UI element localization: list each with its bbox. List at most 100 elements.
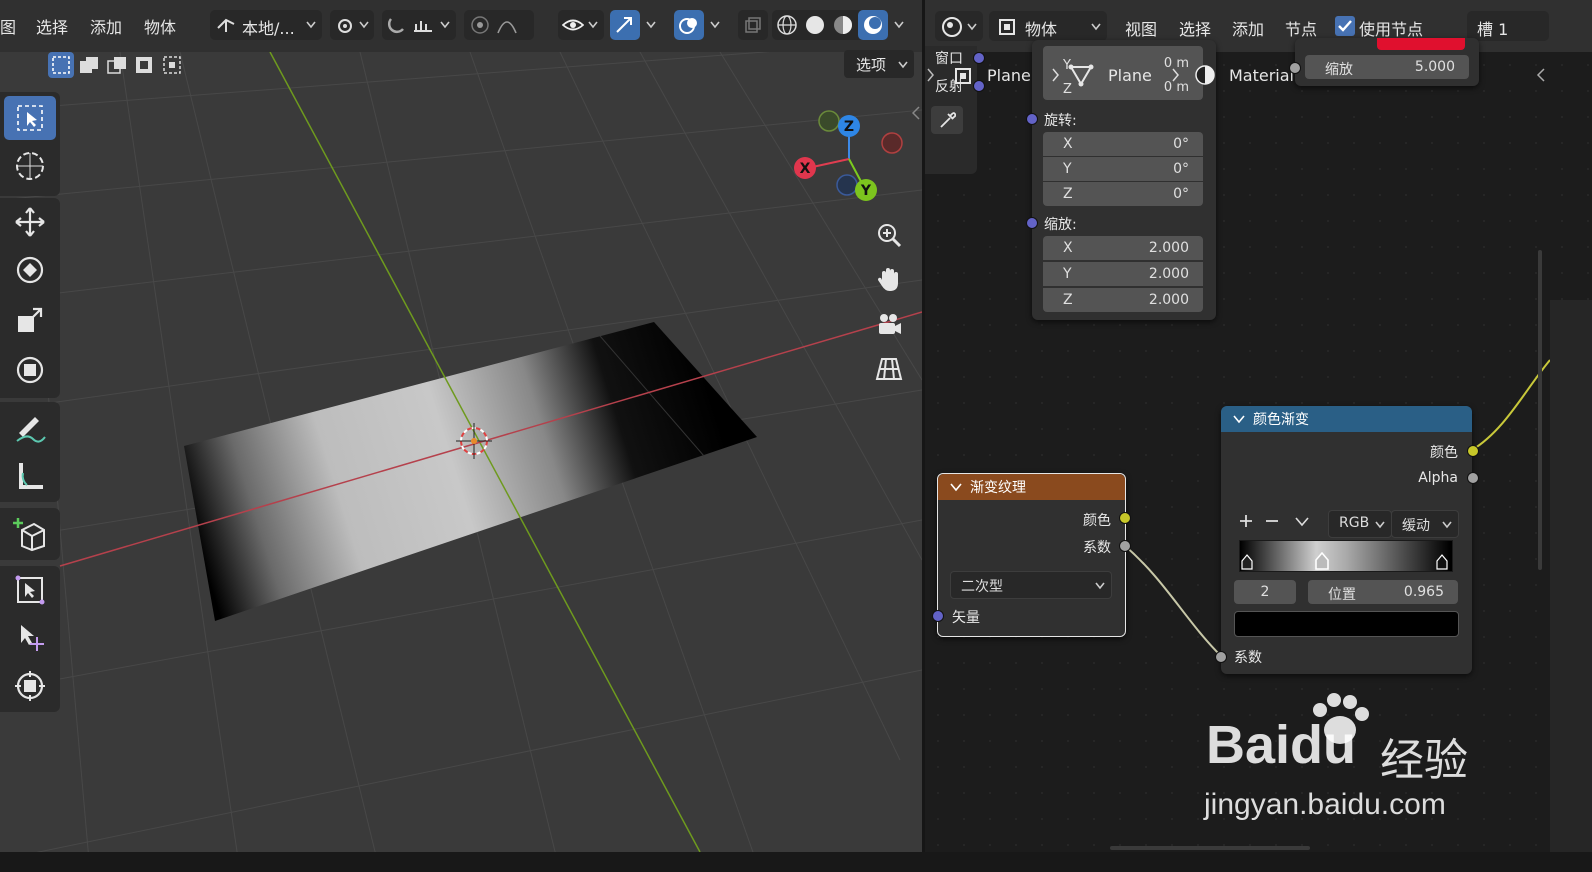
rotation-socket[interactable] (1026, 113, 1038, 125)
breadcrumb-object[interactable]: Plane (987, 66, 1031, 85)
select-intersect-icon[interactable] (162, 55, 184, 75)
mapping-node[interactable]: Y Z 0 m 0 m Plane 旋转: X 0° Y 0° Z 0° 缩放:… (1032, 40, 1216, 320)
xray-toggle-button[interactable] (738, 10, 768, 40)
material-preview-icon[interactable] (832, 14, 854, 36)
interpolation-dropdown[interactable]: 缓动 (1391, 510, 1459, 538)
camera-view-button[interactable] (870, 306, 908, 344)
ramp-fac-input-socket[interactable] (1215, 651, 1227, 663)
menu-object[interactable]: 物体 (144, 14, 176, 38)
select-invert-icon[interactable] (134, 55, 156, 75)
menu-view[interactable]: 图 (0, 14, 16, 38)
tool-select-extra[interactable] (4, 616, 56, 660)
pivot-point-dropdown[interactable] (330, 10, 374, 40)
tool-annotate[interactable] (4, 406, 56, 450)
use-nodes-checkbox[interactable] (1335, 16, 1355, 36)
rotation-x-field[interactable]: X 0° (1043, 132, 1203, 156)
viewport-scene[interactable]: Z X Y (0, 0, 922, 872)
chevron-down-icon[interactable] (646, 21, 656, 29)
gradient-fac-output-socket[interactable] (1119, 540, 1131, 552)
pan-button[interactable] (870, 260, 908, 298)
menu-select[interactable]: 选择 (1179, 16, 1211, 40)
rendered-shading-button[interactable] (858, 10, 888, 40)
ramp-color-output-socket[interactable] (1467, 445, 1479, 457)
tool-add-cube[interactable] (4, 512, 56, 556)
tool-shrink-fatten[interactable] (4, 568, 56, 612)
color-ramp-node[interactable]: 颜色渐变 颜色 Alpha RGB 缓动 2 位置 0.965 系数 (1221, 406, 1472, 674)
noise-texture-node-partial[interactable]: 缩放 5.000 (1295, 38, 1479, 86)
scale-field[interactable]: 缩放 5.000 (1305, 55, 1469, 79)
select-subtract-icon[interactable] (106, 55, 128, 75)
snapping-group[interactable] (382, 10, 456, 40)
gradient-type-dropdown[interactable]: 二次型 (950, 571, 1112, 599)
rotation-z-field[interactable]: Z 0° (1043, 182, 1203, 206)
scale-z-field[interactable]: Z 2.000 (1043, 288, 1203, 312)
tool-rotate[interactable] (4, 248, 56, 292)
tool-move[interactable] (4, 200, 56, 244)
color-swatch[interactable] (1377, 38, 1465, 50)
shader-type-dropdown[interactable]: 物体 (989, 11, 1107, 41)
chevron-left-icon[interactable] (1536, 68, 1546, 82)
stop-position-field[interactable]: 位置 0.965 (1308, 580, 1458, 604)
select-new-button[interactable] (48, 52, 74, 78)
scale-y-field[interactable]: Y 2.000 (1043, 262, 1203, 286)
options-dropdown[interactable]: 选项 (844, 50, 914, 78)
scale-input-socket[interactable] (1289, 62, 1301, 74)
breadcrumb-material[interactable]: Material (1229, 66, 1294, 85)
tool-measure[interactable] (4, 454, 56, 498)
add-stop-icon[interactable] (1239, 514, 1253, 528)
3d-viewport[interactable]: Z X Y 图 选择 添加 物体 本地/... 选项 (0, 0, 922, 872)
color-ramp-bar[interactable] (1239, 540, 1453, 572)
tool-scale[interactable] (4, 298, 56, 342)
collapse-chevron-icon[interactable] (1233, 414, 1245, 424)
transform-orientation-dropdown[interactable]: 本地/... (210, 10, 322, 40)
menu-add[interactable]: 添加 (1232, 16, 1264, 40)
rotation-y-field[interactable]: Y 0° (1043, 157, 1203, 181)
wireframe-shading-icon[interactable] (776, 14, 798, 36)
menu-node[interactable]: 节点 (1285, 16, 1317, 40)
proportional-editing-group[interactable] (464, 10, 534, 40)
color-mode-dropdown[interactable]: RGB (1328, 510, 1392, 538)
horizontal-scrollbar[interactable] (1110, 846, 1310, 850)
eyedropper-button[interactable] (931, 106, 963, 134)
tool-transform-pivot[interactable] (4, 664, 56, 708)
color-stop-handle[interactable] (1436, 554, 1448, 570)
overlays-toggle-button[interactable] (674, 10, 704, 40)
tool-select-box[interactable] (4, 96, 56, 140)
editor-type-dropdown[interactable] (935, 11, 983, 41)
gradient-texture-node[interactable]: 渐变纹理 颜色 系数 二次型 矢量 (937, 473, 1126, 637)
gradient-vector-input-socket[interactable] (932, 610, 944, 622)
chevron-down-icon[interactable] (710, 21, 720, 29)
gizmo-toggle-button[interactable] (610, 10, 640, 40)
shading-mode-group[interactable] (772, 10, 888, 40)
color-ramp-header[interactable]: 颜色渐变 (1221, 406, 1472, 432)
sidebar-toggle-icon[interactable] (912, 106, 920, 120)
tool-transform[interactable] (4, 348, 56, 392)
menu-view[interactable]: 视图 (1125, 16, 1157, 40)
transform-pivot-icon (15, 671, 45, 701)
stop-color-swatch[interactable] (1234, 611, 1459, 637)
vertical-scrollbar[interactable] (1538, 250, 1542, 570)
color-stop-handle-selected[interactable] (1315, 552, 1329, 570)
active-stop-index-field[interactable]: 2 (1234, 580, 1296, 604)
tool-cursor[interactable] (4, 144, 56, 188)
node-sidebar-tabs[interactable] (1550, 300, 1592, 872)
menu-select[interactable]: 选择 (36, 14, 68, 38)
collapse-chevron-icon[interactable] (950, 482, 962, 492)
chevron-down-icon[interactable] (894, 21, 904, 29)
select-extend-icon[interactable] (78, 55, 100, 75)
material-slot-dropdown[interactable]: 槽 1 (1467, 11, 1549, 41)
gradient-color-output-socket[interactable] (1119, 512, 1131, 524)
scale-x-field[interactable]: X 2.000 (1043, 236, 1203, 260)
zoom-button[interactable] (870, 216, 908, 254)
color-stop-handle[interactable] (1241, 554, 1253, 570)
scale-socket[interactable] (1026, 217, 1038, 229)
visibility-dropdown[interactable] (558, 10, 604, 40)
remove-stop-icon[interactable] (1265, 514, 1279, 528)
gradient-node-header[interactable]: 渐变纹理 (938, 474, 1125, 500)
ramp-alpha-output-socket[interactable] (1467, 472, 1479, 484)
chevron-down-icon[interactable] (1295, 517, 1309, 527)
ortho-toggle-button[interactable] (870, 350, 908, 388)
menu-add[interactable]: 添加 (90, 14, 122, 38)
breadcrumb-mesh[interactable]: Plane (1108, 66, 1152, 85)
solid-shading-icon[interactable] (804, 14, 826, 36)
